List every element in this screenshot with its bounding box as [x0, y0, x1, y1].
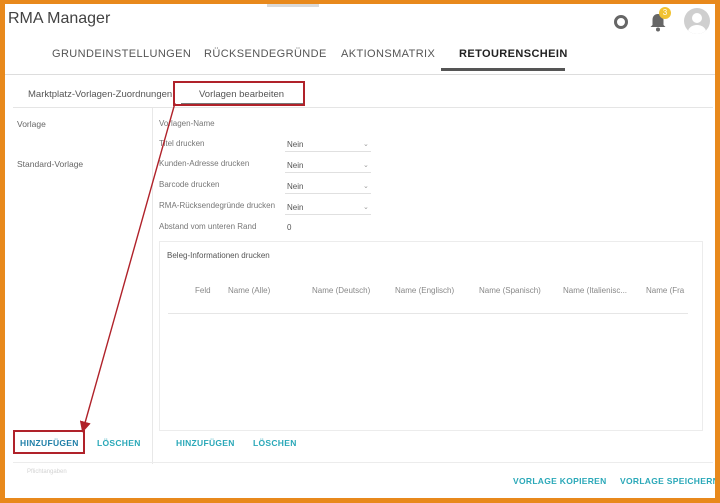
select-underline [285, 151, 371, 152]
tab-grundeinstellungen[interactable]: GRUNDEINSTELLUNGEN [52, 48, 191, 60]
column-header: Name (Alle) [228, 286, 271, 295]
add-button-highlight-box [13, 430, 85, 454]
save-template-button[interactable]: VORLAGE SPEICHERN [620, 476, 715, 486]
tab-retourenschein[interactable]: RETOURENSCHEIN [459, 48, 568, 60]
barcode-print-select[interactable]: Nein [287, 182, 303, 191]
top-indicator [267, 4, 319, 7]
footer-divider [13, 462, 713, 463]
footer-hint: Pflichtangaben [27, 469, 67, 475]
bottom-margin-label: Abstand vom unteren Rand [159, 222, 257, 231]
column-header: Name (Englisch) [395, 286, 455, 295]
template-delete-button[interactable]: LÖSCHEN [97, 438, 141, 448]
nav-divider [5, 74, 715, 75]
return-reasons-print-label: RMA-Rücksendegründe drucken [159, 201, 276, 210]
app-title: RMA Manager [8, 10, 111, 27]
barcode-print-label: Barcode drucken [159, 180, 220, 189]
template-name-label: Vorlagen-Name [159, 119, 215, 128]
app-window: RMA Manager 3 GRUNDEINSTELLUNGEN RÜCKSEN… [5, 4, 715, 498]
return-reasons-print-select[interactable]: Nein [287, 203, 303, 212]
bottom-margin-input[interactable]: 0 [287, 223, 291, 232]
beleg-add-button[interactable]: HINZUFÜGEN [176, 438, 235, 448]
tab-ruecksendegruende[interactable]: RÜCKSENDEGRÜNDE [204, 48, 327, 60]
column-header: Feld [195, 286, 211, 295]
column-header: Name (Spanisch) [479, 286, 541, 295]
beleg-delete-button[interactable]: LÖSCHEN [253, 438, 297, 448]
notification-badge: 3 [659, 7, 671, 19]
column-header: Name (Deutsch) [312, 286, 371, 295]
tab-aktionsmatrix[interactable]: AKTIONSMATRIX [341, 48, 435, 60]
select-underline [285, 214, 371, 215]
customer-address-print-select[interactable]: Nein [287, 161, 303, 170]
column-header: Name (Italienisc... [563, 286, 628, 295]
select-underline [285, 172, 371, 173]
chevron-down-icon[interactable]: ⌄ [363, 140, 369, 148]
chevron-down-icon[interactable]: ⌄ [363, 203, 369, 211]
avatar[interactable] [684, 8, 710, 34]
active-tab-indicator [441, 68, 565, 71]
subtab-highlight-box [173, 81, 305, 106]
template-list-header: Vorlage [17, 119, 46, 129]
template-item-standard[interactable]: Standard-Vorlage [17, 159, 83, 169]
beleg-info-title: Beleg-Informationen drucken [167, 251, 270, 260]
copy-template-button[interactable]: VORLAGE KOPIEREN [513, 476, 607, 486]
title-print-select[interactable]: Nein [287, 140, 303, 149]
select-underline [285, 193, 371, 194]
chevron-down-icon[interactable]: ⌄ [363, 182, 369, 190]
chevron-down-icon[interactable]: ⌄ [363, 161, 369, 169]
help-icon[interactable] [609, 10, 633, 34]
customer-address-print-label: Kunden-Adresse drucken [159, 159, 250, 168]
beleg-info-card [159, 241, 703, 431]
top-bar: RMA Manager 3 GRUNDEINSTELLUNGEN RÜCKSEN… [5, 4, 715, 74]
title-print-label: Titel drucken [159, 139, 205, 148]
table-divider [168, 313, 688, 314]
column-header: Name (Fra [646, 286, 685, 295]
subtab-marktplatz-zuordnungen[interactable]: Marktplatz-Vorlagen-Zuordnungen [28, 89, 172, 100]
